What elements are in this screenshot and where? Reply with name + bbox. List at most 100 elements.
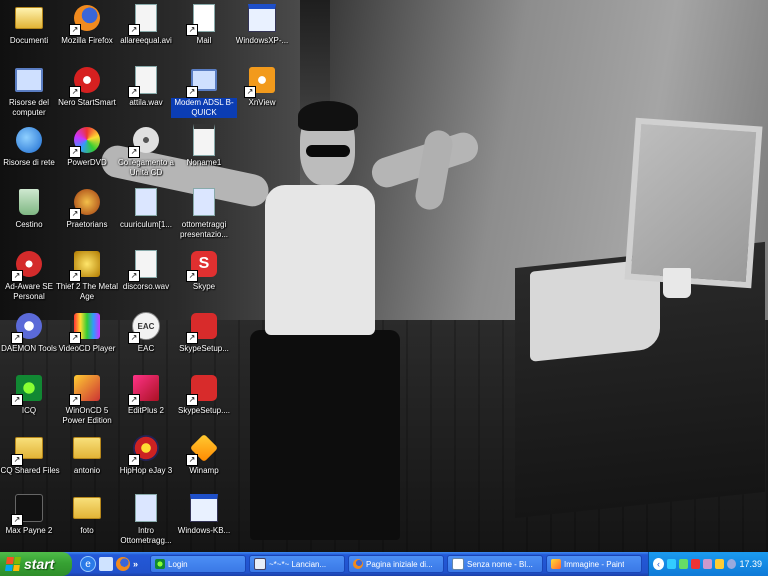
desktop-icon-powerdvd[interactable]: ↗ PowerDVD bbox=[54, 124, 120, 184]
daemon-tray-icon[interactable] bbox=[703, 559, 713, 569]
wallpaper-person-sunglasses bbox=[306, 145, 350, 157]
modem-icon: ↗ bbox=[186, 64, 220, 98]
volume-tray-icon[interactable] bbox=[727, 559, 737, 569]
folder-docs-icon bbox=[13, 2, 45, 34]
exe-icon bbox=[246, 2, 278, 34]
desktop-icon-intro-ottometraggi[interactable]: Intro Ottometragg... bbox=[113, 492, 179, 552]
desktop-icon-cestino[interactable]: Cestino bbox=[0, 186, 62, 246]
desktop-icon[interactable] bbox=[99, 557, 113, 571]
start-button[interactable]: start bbox=[0, 552, 72, 576]
desktop-icon-foto[interactable]: foto bbox=[54, 492, 120, 552]
desktop-icon-discorso[interactable]: ↗ discorso.wav bbox=[113, 248, 179, 308]
wallpaper-person bbox=[98, 101, 482, 545]
skype-icon: S ↗ bbox=[186, 248, 220, 282]
desktop-icon-risorse-rete[interactable]: Risorse di rete bbox=[0, 124, 62, 184]
firefox-icon bbox=[353, 559, 363, 569]
task-button-notepad[interactable]: Senza nome - Bl... bbox=[447, 555, 543, 573]
desktop-icon-risorse-computer[interactable]: Risorse del computer bbox=[0, 64, 62, 124]
document-icon bbox=[188, 124, 220, 156]
desktop-icon-adaware[interactable]: ↗ Ad-Aware SE Personal bbox=[0, 248, 62, 308]
desktop-icon-editplus[interactable]: ↗ EditPlus 2 bbox=[113, 372, 179, 432]
desktop-icon-nero[interactable]: ↗ Nero StartSmart bbox=[54, 64, 120, 124]
task-button-firefox[interactable]: Pagina iniziale di... bbox=[348, 555, 444, 573]
game-icon: ↗ bbox=[69, 186, 103, 220]
nero-icon: ↗ bbox=[69, 64, 103, 98]
desktop-icon-xnview[interactable]: ↗ XnView bbox=[229, 64, 295, 124]
quick-launch-overflow[interactable]: » bbox=[133, 559, 138, 569]
icq-tray-icon[interactable] bbox=[679, 559, 689, 569]
desktop-icon-skype[interactable]: S ↗ Skype bbox=[171, 248, 237, 308]
recycle-bin-icon bbox=[13, 186, 45, 218]
desktop-icon-max-payne[interactable]: ↗ Max Payne 2 bbox=[0, 492, 62, 552]
window-icon bbox=[254, 558, 266, 570]
desktop-icon-thief2[interactable]: ↗ Thief 2 The Metal Age bbox=[54, 248, 120, 308]
audio-file-icon: ↗ bbox=[128, 64, 162, 98]
adaware-tray-icon[interactable] bbox=[691, 559, 701, 569]
network-icon bbox=[13, 124, 45, 156]
notepad-icon bbox=[452, 558, 464, 570]
icq-folder-icon: ↗ bbox=[11, 432, 45, 466]
desktop-icon-icq[interactable]: ↗ ICQ bbox=[0, 372, 62, 432]
desktop-icon-documenti[interactable]: Documenti bbox=[0, 2, 62, 62]
desktop-icon-curriculum[interactable]: cuuriculum[1... bbox=[113, 186, 179, 246]
mail-icon: ↗ bbox=[186, 2, 220, 36]
firefox-icon[interactable] bbox=[116, 557, 130, 571]
icq-icon bbox=[155, 559, 165, 569]
task-button-lancian[interactable]: ~*~*~ Lancian... bbox=[249, 555, 345, 573]
network-tray-icon[interactable] bbox=[666, 559, 676, 569]
desktop-icon-eac[interactable]: EAC ↗ EAC bbox=[113, 310, 179, 370]
desktop-icon-windowsxp[interactable]: WindowsXP-... bbox=[229, 2, 295, 62]
daemon-tools-icon: ↗ bbox=[11, 310, 45, 344]
desktop-icon-modem-adsl[interactable]: ↗ Modem ADSL B-QUICK bbox=[171, 64, 237, 124]
installer-icon: ↗ bbox=[186, 372, 220, 406]
winamp-tray-icon[interactable] bbox=[715, 559, 725, 569]
max-payne-icon: ↗ bbox=[11, 492, 45, 526]
task-button-paint[interactable]: Immagine - Paint bbox=[546, 555, 642, 573]
desktop-icon-skypesetup-2[interactable]: ↗ SkypeSetup.... bbox=[171, 372, 237, 432]
document-icon bbox=[130, 186, 162, 218]
system-tray: ‹ 17.39 bbox=[648, 552, 768, 576]
video-file-icon: ↗ bbox=[128, 2, 162, 36]
tray-expand-icon[interactable]: ‹ bbox=[653, 558, 664, 570]
windows-flag-icon bbox=[5, 557, 21, 571]
winoncd-icon: ↗ bbox=[69, 372, 103, 406]
task-button-login[interactable]: Login bbox=[150, 555, 246, 573]
wallpaper-person-hair bbox=[298, 101, 358, 131]
ejay-icon: ↗ bbox=[128, 432, 162, 466]
desktop-icon-icq-shared[interactable]: ↗ ICQ Shared Files bbox=[0, 432, 62, 492]
videocd-icon: ↗ bbox=[69, 310, 103, 344]
ie-icon[interactable]: e bbox=[80, 556, 96, 572]
my-computer-icon bbox=[13, 64, 45, 96]
start-label: start bbox=[24, 556, 55, 572]
desktop-icon-winamp[interactable]: ↗ Winamp bbox=[171, 432, 237, 492]
document-icon bbox=[188, 186, 220, 218]
wallpaper-mirror bbox=[624, 117, 763, 289]
clock[interactable]: 17.39 bbox=[739, 559, 762, 569]
adaware-icon: ↗ bbox=[11, 248, 45, 282]
desktop-icon-firefox[interactable]: ↗ Mozilla Firefox bbox=[54, 2, 120, 62]
firefox-icon: ↗ bbox=[69, 2, 103, 36]
desktop-icon-mail[interactable]: ↗ Mail bbox=[171, 2, 237, 62]
taskbar: start e » Login ~*~*~ Lancian... Pagina … bbox=[0, 552, 768, 576]
desktop-icon-videocd[interactable]: ↗ VideoCD Player bbox=[54, 310, 120, 370]
desktop-icon-allareequal[interactable]: ↗ allareequal.avi bbox=[113, 2, 179, 62]
game-icon: ↗ bbox=[69, 248, 103, 282]
desktop-icon-winoncd[interactable]: ↗ WinOnCD 5 Power Edition bbox=[54, 372, 120, 432]
desktop-icon-noname1[interactable]: Noname1 bbox=[171, 124, 237, 184]
wallpaper-person-torso bbox=[265, 185, 375, 335]
desktop-icon-hiphop-ejay[interactable]: ↗ HipHop eJay 3 bbox=[113, 432, 179, 492]
eac-icon: EAC ↗ bbox=[128, 310, 162, 344]
desktop-icon-antonio[interactable]: antonio bbox=[54, 432, 120, 492]
desktop-icon-skypesetup-1[interactable]: ↗ SkypeSetup... bbox=[171, 310, 237, 370]
desktop-icon-unita-cd[interactable]: ↗ Collegamento a Unità CD bbox=[113, 124, 179, 184]
quick-launch: e » bbox=[80, 555, 138, 573]
paint-icon bbox=[551, 559, 561, 569]
desktop-icon-ottometraggi[interactable]: ottometraggi presentazio... bbox=[171, 186, 237, 246]
desktop-icon-daemon-tools[interactable]: ↗ DAEMON Tools bbox=[0, 310, 62, 370]
desktop-icon-praetorians[interactable]: ↗ Praetorians bbox=[54, 186, 120, 246]
desktop-icon-attila[interactable]: ↗ attila.wav bbox=[113, 64, 179, 124]
document-icon bbox=[130, 492, 162, 524]
desktop-icon-windows-kb[interactable]: Windows-KB... bbox=[171, 492, 237, 552]
task-button-list: Login ~*~*~ Lancian... Pagina iniziale d… bbox=[150, 555, 642, 573]
installer-icon: ↗ bbox=[186, 310, 220, 344]
